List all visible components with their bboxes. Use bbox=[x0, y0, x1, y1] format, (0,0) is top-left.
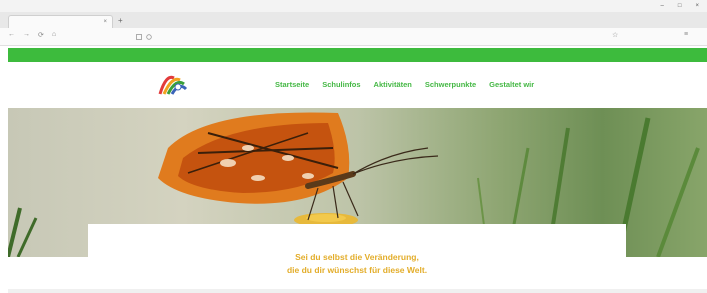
page-bottom-edge bbox=[8, 289, 707, 293]
nav-link-aktivitaeten[interactable]: Aktivitäten bbox=[374, 80, 412, 89]
quote-card: Sei du selbst die Veränderung, die du di… bbox=[88, 224, 626, 293]
home-icon[interactable]: ⌂ bbox=[52, 31, 56, 39]
logo-emblem-icon bbox=[158, 75, 188, 95]
new-tab-button[interactable]: + bbox=[118, 16, 123, 25]
nav-link-schulinfos[interactable]: Schulinfos bbox=[322, 80, 360, 89]
quote-line-2: die du dir wünschst für diese Welt. bbox=[286, 265, 428, 275]
window-controls: – □ × bbox=[661, 0, 699, 12]
browser-tab[interactable]: × bbox=[8, 15, 113, 28]
site-navigation: Startseite Schulinfos Aktivitäten Schwer… bbox=[275, 80, 534, 89]
tab-close-icon[interactable]: × bbox=[103, 19, 107, 25]
nav-link-schwerpunkte[interactable]: Schwerpunkte bbox=[425, 80, 476, 89]
browser-menubar bbox=[0, 0, 707, 12]
maximize-button[interactable]: □ bbox=[678, 3, 682, 9]
reload-icon[interactable]: ⟳ bbox=[38, 31, 44, 39]
bookmark-star-icon[interactable]: ☆ bbox=[612, 31, 618, 39]
page-info-icon[interactable] bbox=[136, 33, 142, 40]
address-bar[interactable] bbox=[130, 31, 630, 42]
site-top-strip bbox=[8, 48, 707, 62]
lock-icon bbox=[146, 33, 152, 40]
minimize-button[interactable]: – bbox=[661, 3, 664, 9]
browser-menu-icon[interactable]: ≡ bbox=[684, 31, 688, 38]
back-icon[interactable]: ← bbox=[8, 31, 15, 39]
forward-icon[interactable]: → bbox=[23, 31, 30, 39]
quote-line-1: Sei du selbst die Veränderung, bbox=[295, 252, 419, 262]
tab-bar: × + bbox=[0, 12, 707, 28]
nav-link-gestaltet-wir[interactable]: Gestaltet wir bbox=[489, 80, 534, 89]
nav-link-startseite[interactable]: Startseite bbox=[275, 80, 309, 89]
close-window-button[interactable]: × bbox=[695, 3, 699, 9]
site-header: Startseite Schulinfos Aktivitäten Schwer… bbox=[8, 62, 707, 108]
browser-navbar: ← → ⟳ ⌂ ☆ ≡ bbox=[0, 28, 707, 46]
browser-window: – □ × × + ← → ⟳ ⌂ ☆ ≡ Startseite Schulin… bbox=[0, 0, 707, 293]
school-logo[interactable] bbox=[98, 70, 198, 100]
